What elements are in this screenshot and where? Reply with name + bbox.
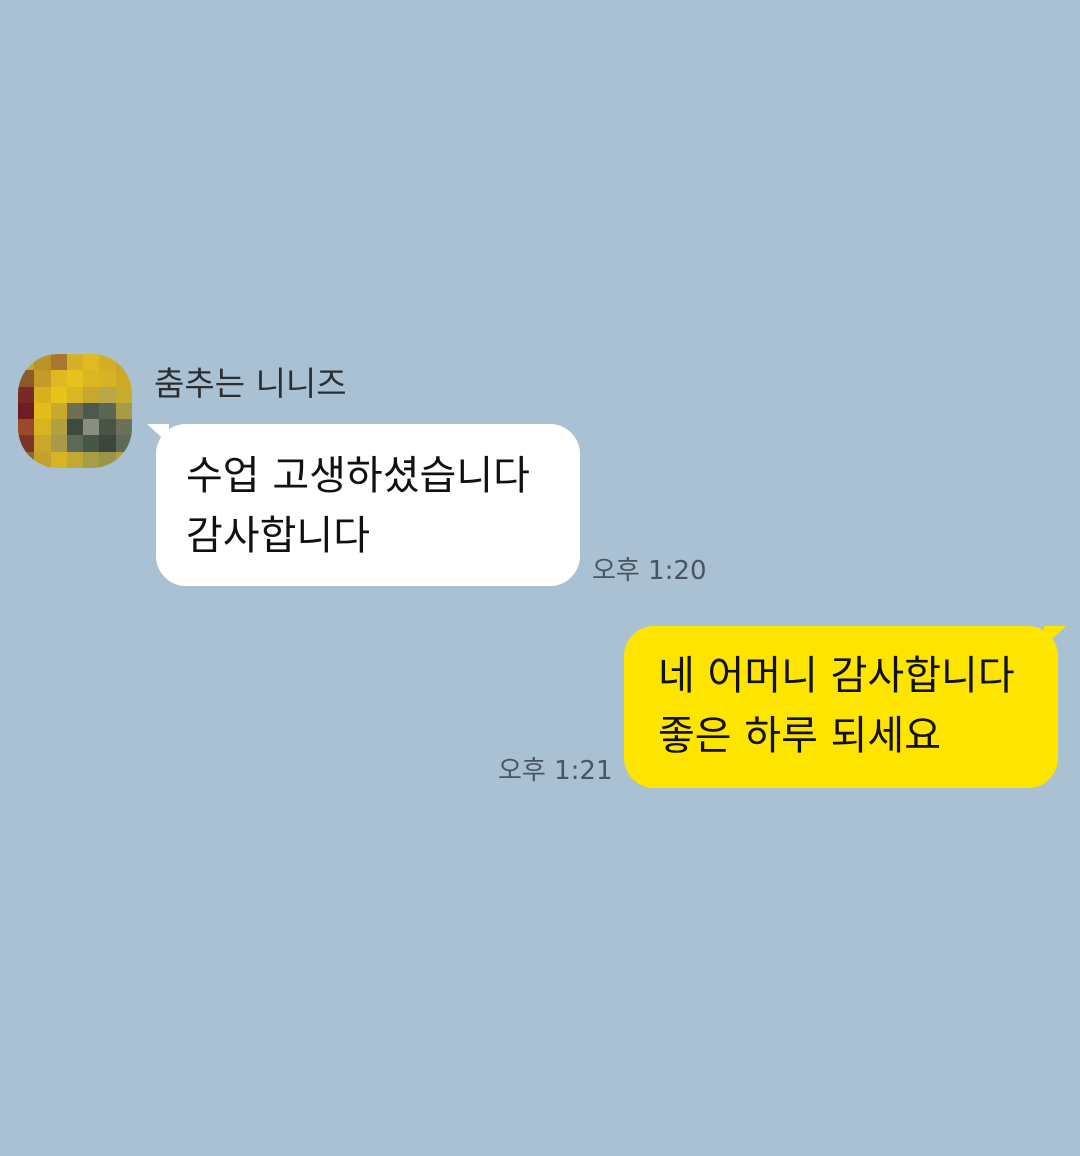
chat-area: 춤추는 니니즈 수업 고생하셨습니다 감사합니다 오후 1:20 네 어머니 감… xyxy=(0,0,1080,1156)
message-line: 감사합니다 xyxy=(186,513,370,559)
incoming-message-bubble[interactable]: 수업 고생하셨습니다 감사합니다 xyxy=(156,424,580,586)
outgoing-message-bubble[interactable]: 네 어머니 감사합니다 좋은 하루 되세요 xyxy=(624,626,1058,788)
sender-name: 춤추는 니니즈 xyxy=(154,364,347,403)
message-timestamp: 오후 1:21 xyxy=(498,756,613,786)
message-line: 네 어머니 감사합니다 xyxy=(658,653,1015,699)
pixelated-avatar-icon[interactable] xyxy=(18,354,132,468)
message-timestamp: 오후 1:20 xyxy=(592,556,707,586)
message-line: 수업 고생하셨습니다 xyxy=(186,453,530,499)
message-line: 좋은 하루 되세요 xyxy=(658,713,942,759)
